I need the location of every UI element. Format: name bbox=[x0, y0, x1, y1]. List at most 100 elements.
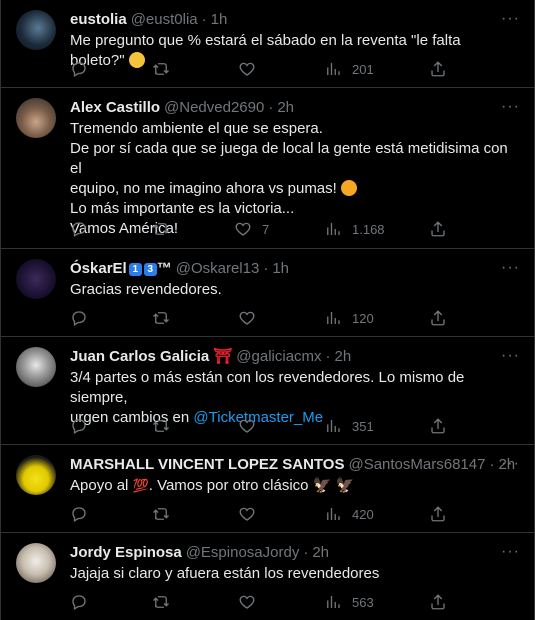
retweet-button[interactable] bbox=[152, 59, 170, 79]
tweet-header: Juan Carlos Galicia ⛩ @galiciacmx · 2h bbox=[70, 347, 514, 367]
like-button[interactable]: 7 bbox=[234, 219, 269, 239]
timestamp[interactable]: 2h bbox=[312, 543, 329, 563]
reply-button[interactable] bbox=[70, 504, 88, 524]
retweet-icon bbox=[152, 505, 170, 523]
retweet-button[interactable] bbox=[152, 219, 170, 239]
shinto-shrine-emoji: ⛩ bbox=[213, 348, 233, 365]
display-name[interactable]: ÓskarEl bbox=[70, 259, 127, 279]
views-button[interactable]: 201 bbox=[324, 59, 374, 79]
share-button[interactable] bbox=[429, 592, 447, 612]
display-name[interactable]: eustolia bbox=[70, 10, 127, 30]
more-options-icon[interactable]: ··· bbox=[501, 259, 520, 277]
like-button[interactable] bbox=[238, 592, 256, 612]
reply-button[interactable] bbox=[70, 416, 88, 436]
retweet-icon bbox=[152, 309, 170, 327]
timestamp[interactable]: 1h bbox=[272, 259, 289, 279]
display-name[interactable]: Jordy Espinosa bbox=[70, 543, 182, 563]
more-options-icon[interactable]: ··· bbox=[501, 10, 520, 28]
username[interactable]: @Oskarel13 bbox=[176, 259, 260, 279]
reply-button[interactable] bbox=[70, 59, 88, 79]
more-options-icon[interactable]: ··· bbox=[501, 455, 520, 473]
retweet-button[interactable] bbox=[152, 416, 170, 436]
views-button[interactable]: 563 bbox=[324, 592, 374, 612]
tweet[interactable]: Juan Carlos Galicia ⛩ @galiciacmx · 2h ·… bbox=[1, 337, 534, 445]
separator-dot: · bbox=[489, 456, 495, 473]
retweet-button[interactable] bbox=[152, 504, 170, 524]
avatar[interactable] bbox=[16, 259, 56, 299]
tweet-header: Alex Castillo @Nedved2690 · 2h bbox=[70, 98, 514, 118]
tweet[interactable]: Jordy Espinosa @EspinosaJordy · 2h ··· J… bbox=[1, 533, 534, 620]
like-button[interactable] bbox=[238, 416, 256, 436]
username[interactable]: @SantosMars68147 bbox=[348, 455, 485, 475]
display-name[interactable]: MARSHALL VINCENT LOPEZ SANTOS bbox=[70, 455, 344, 475]
tweet-header: MARSHALL VINCENT LOPEZ SANTOS @SantosMar… bbox=[70, 455, 515, 475]
avatar[interactable] bbox=[16, 10, 56, 50]
views-count: 201 bbox=[352, 61, 374, 77]
separator-dot: · bbox=[201, 11, 207, 28]
like-icon bbox=[238, 309, 256, 327]
reply-button[interactable] bbox=[70, 592, 88, 612]
separator-dot: · bbox=[325, 348, 331, 365]
avatar[interactable] bbox=[16, 455, 56, 495]
avatar[interactable] bbox=[16, 347, 56, 387]
retweet-icon bbox=[152, 593, 170, 611]
views-icon bbox=[324, 60, 342, 78]
tweet-header: Jordy Espinosa @EspinosaJordy · 2h bbox=[70, 543, 514, 563]
tweet-text-content: Apoyo al bbox=[70, 477, 133, 494]
share-button[interactable] bbox=[429, 416, 447, 436]
like-icon bbox=[234, 220, 252, 238]
more-options-icon[interactable]: ··· bbox=[501, 98, 520, 116]
views-button[interactable]: 351 bbox=[324, 416, 374, 436]
views-count: 351 bbox=[352, 418, 374, 434]
retweet-button[interactable] bbox=[152, 592, 170, 612]
timestamp[interactable]: 2h bbox=[277, 98, 294, 118]
username[interactable]: @Nedved2690 bbox=[164, 98, 264, 118]
avatar[interactable] bbox=[16, 543, 56, 583]
views-count: 420 bbox=[352, 506, 374, 522]
reply-icon bbox=[70, 60, 88, 78]
username[interactable]: @galiciacmx bbox=[236, 347, 321, 367]
tweet[interactable]: ÓskarEl 1 3 ™ @Oskarel13 · 1h ··· Gracia… bbox=[1, 249, 534, 337]
separator-dot: · bbox=[303, 544, 309, 561]
retweet-button[interactable] bbox=[152, 308, 170, 328]
share-button[interactable] bbox=[429, 219, 447, 239]
tweet[interactable]: Alex Castillo @Nedved2690 · 2h ··· Treme… bbox=[1, 88, 534, 249]
star-struck-emoji bbox=[341, 180, 357, 196]
share-button[interactable] bbox=[429, 59, 447, 79]
views-button[interactable]: 420 bbox=[324, 504, 374, 524]
views-count: 120 bbox=[352, 310, 374, 326]
avatar[interactable] bbox=[16, 98, 56, 138]
share-button[interactable] bbox=[429, 504, 447, 524]
views-icon bbox=[324, 417, 342, 435]
reply-button[interactable] bbox=[70, 308, 88, 328]
display-name[interactable]: Juan Carlos Galicia bbox=[70, 347, 209, 367]
tweet-actions: 120 bbox=[70, 308, 460, 328]
keycap-three-emoji: 3 bbox=[143, 262, 157, 276]
tweet-header: eustolia @eust0lia · 1h bbox=[70, 10, 514, 30]
share-icon bbox=[429, 220, 447, 238]
like-button[interactable] bbox=[238, 504, 256, 524]
hundred-points-emoji: 💯 bbox=[132, 478, 149, 493]
display-name[interactable]: Alex Castillo bbox=[70, 98, 160, 118]
views-button[interactable]: 120 bbox=[324, 308, 374, 328]
more-options-icon[interactable]: ··· bbox=[501, 347, 520, 365]
share-icon bbox=[429, 309, 447, 327]
tweet-actions: 7 1.168 bbox=[70, 219, 460, 239]
timestamp[interactable]: 1h bbox=[211, 10, 228, 30]
tweet[interactable]: eustolia @eust0lia · 1h ··· Me pregunto … bbox=[1, 0, 534, 88]
views-button[interactable]: 1.168 bbox=[324, 219, 385, 239]
tweet-text-content: equipo, no me imagino ahora vs pumas! bbox=[70, 180, 337, 197]
reply-button[interactable] bbox=[70, 219, 88, 239]
share-button[interactable] bbox=[429, 308, 447, 328]
timestamp[interactable]: 2h bbox=[335, 347, 352, 367]
tweet-text-line: 3/4 partes o más están con los revendedo… bbox=[70, 369, 465, 406]
like-button[interactable] bbox=[238, 59, 256, 79]
username[interactable]: @EspinosaJordy bbox=[186, 543, 300, 563]
more-options-icon[interactable]: ··· bbox=[501, 543, 520, 561]
username[interactable]: @eust0lia bbox=[131, 10, 198, 30]
like-button[interactable] bbox=[238, 308, 256, 328]
like-icon bbox=[238, 60, 256, 78]
tweet[interactable]: MARSHALL VINCENT LOPEZ SANTOS @SantosMar… bbox=[1, 445, 534, 533]
like-icon bbox=[238, 417, 256, 435]
tweet-text-line: Tremendo ambiente el que se espera. bbox=[70, 120, 323, 137]
